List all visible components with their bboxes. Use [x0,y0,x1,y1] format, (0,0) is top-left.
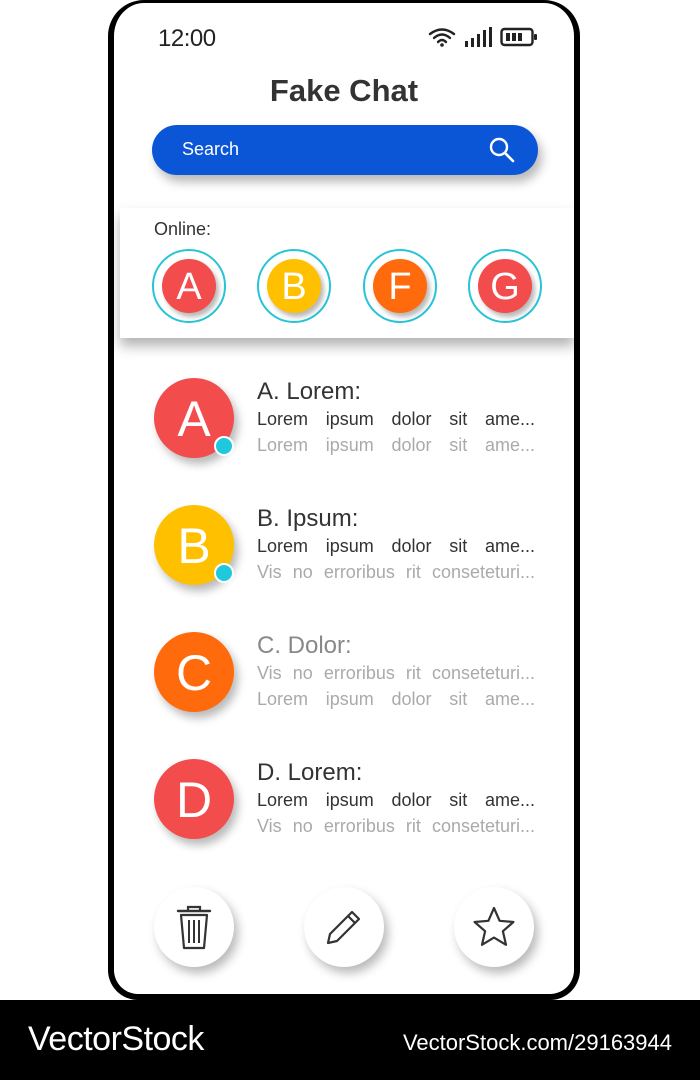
pencil-icon [326,910,361,945]
online-indicator [214,563,234,583]
app-title: Fake Chat [269,73,419,108]
chat-preview-line: Lorem ipsum dolor sit ame... [257,409,535,429]
chat-preview-line: Lorem ipsum dolor sit ame... [257,435,535,455]
online-avatar[interactable]: B [257,249,331,323]
chat-preview-line: Lorem ipsum dolor sit ame... [257,536,535,556]
avatar-initial: B [267,259,321,313]
chat-preview-line: Vis no erroribus rit conseteturi... [257,663,535,683]
online-indicator [214,436,234,456]
watermark-brand: VectorStock [28,1020,204,1058]
trash-icon [176,905,212,950]
chat-list-item[interactable]: B B. Ipsum: Lorem ipsum dolor sit ame...… [114,505,574,615]
chat-name: D. Lorem: [257,759,363,786]
chat-list-item[interactable]: A A. Lorem: Lorem ipsum dolor sit ame...… [114,378,574,488]
chat-avatar: C [154,632,234,712]
search-icon[interactable] [488,136,516,164]
online-panel: Online: A B F G [120,208,574,338]
chat-name: C. Dolor: [257,632,352,659]
signal-icon [465,27,492,47]
phone-frame: 12:00 Fake Chat Search Online: A B F G A… [108,0,580,1000]
avatar-initial: G [478,259,532,313]
status-icons [428,27,538,47]
status-time: 12:00 [158,25,216,52]
chat-name: B. Ipsum: [257,505,359,532]
delete-button[interactable] [154,887,234,967]
online-avatar[interactable]: A [152,249,226,323]
chat-list-item[interactable]: D D. Lorem: Lorem ipsum dolor sit ame...… [114,759,574,869]
chat-list-item[interactable]: C C. Dolor: Vis no erroribus rit consete… [114,632,574,742]
search-placeholder: Search [182,139,240,159]
compose-button[interactable] [304,887,384,967]
avatar-initial: A [162,259,216,313]
chat-preview-line: Vis no erroribus rit conseteturi... [257,816,535,836]
search-bar[interactable]: Search [152,125,538,175]
chat-name: A. Lorem: [257,378,362,405]
chat-preview-line: Vis no erroribus rit conseteturi... [257,562,535,582]
avatar-initial: F [373,259,427,313]
online-avatar[interactable]: F [363,249,437,323]
chat-avatar: D [154,759,234,839]
watermark-bar: VectorStock VectorStock.com/29163944 [0,1000,700,1080]
wifi-icon [428,28,456,47]
chat-preview-line: Lorem ipsum dolor sit ame... [257,790,535,810]
watermark-url: VectorStock.com/29163944 [402,1030,672,1055]
battery-icon [500,27,537,47]
online-avatar[interactable]: G [468,249,542,323]
favorite-button[interactable] [454,887,534,967]
online-label: Online: [154,219,212,239]
star-icon [473,906,515,946]
chat-preview-line: Lorem ipsum dolor sit ame... [257,689,535,709]
